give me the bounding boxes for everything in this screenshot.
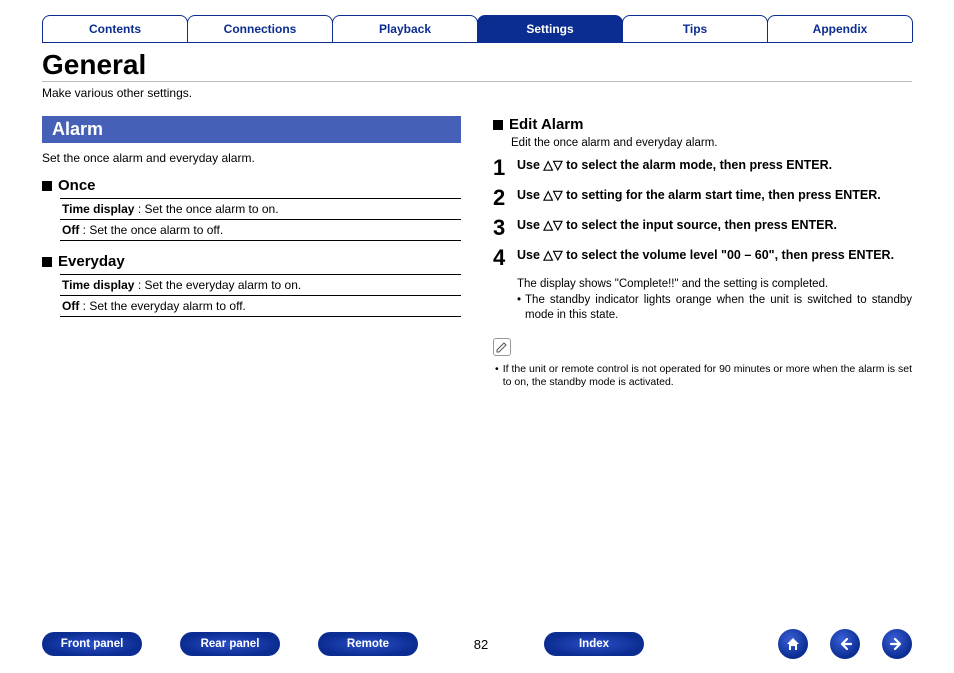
step-3: 3 Use △▽ to select the input source, the… (493, 217, 912, 239)
rear-panel-button[interactable]: Rear panel (180, 632, 280, 656)
arrow-right-icon (889, 636, 905, 652)
right-column: Edit Alarm Edit the once alarm and every… (493, 110, 912, 390)
post-step-bullet: The standby indicator lights orange when… (517, 293, 912, 324)
step-1: 1 Use △▽ to select the alarm mode, then … (493, 157, 912, 179)
def-row: Time display : Set the once alarm to on. (60, 198, 461, 220)
heading-everyday: Everyday (42, 253, 461, 270)
page-body: General Make various other settings. Ala… (0, 43, 954, 390)
page-subtitle: Make various other settings. (42, 86, 912, 100)
nav-icon-group (778, 629, 912, 659)
square-bullet-icon (493, 120, 503, 130)
tab-appendix[interactable]: Appendix (767, 15, 913, 42)
step-number: 4 (493, 247, 517, 269)
remote-button[interactable]: Remote (318, 632, 418, 656)
square-bullet-icon (42, 257, 52, 267)
tab-label: Settings (526, 22, 573, 36)
step-text: Use △▽ to select the input source, then … (517, 217, 912, 234)
heading-once-text: Once (58, 177, 96, 194)
once-definitions: Time display : Set the once alarm to on.… (60, 198, 461, 241)
def-key: Time display (62, 202, 134, 216)
page-number: 82 (456, 637, 506, 652)
home-icon (784, 635, 802, 653)
step-text: Use △▽ to select the volume level "00 – … (517, 247, 912, 264)
def-row: Off : Set the once alarm to off. (60, 220, 461, 241)
next-button[interactable] (882, 629, 912, 659)
tab-settings[interactable]: Settings (477, 15, 623, 42)
def-key: Off (62, 299, 79, 313)
step-2: 2 Use △▽ to setting for the alarm start … (493, 187, 912, 209)
tab-label: Tips (683, 22, 707, 36)
tab-tips[interactable]: Tips (622, 15, 768, 42)
heading-edit-alarm: Edit Alarm (493, 116, 912, 133)
page-title: General (42, 49, 912, 82)
def-key: Time display (62, 278, 134, 292)
section-alarm-desc: Set the once alarm and everyday alarm. (42, 151, 461, 165)
arrow-left-icon (837, 636, 853, 652)
def-row: Off : Set the everyday alarm to off. (60, 296, 461, 317)
step-text: Use △▽ to select the alarm mode, then pr… (517, 157, 912, 174)
prev-button[interactable] (830, 629, 860, 659)
everyday-definitions: Time display : Set the everyday alarm to… (60, 274, 461, 317)
def-val: : Set the once alarm to off. (79, 223, 223, 237)
tab-label: Appendix (813, 22, 868, 36)
step-text: Use △▽ to setting for the alarm start ti… (517, 187, 912, 204)
tab-label: Playback (379, 22, 431, 36)
footnote-text: If the unit or remote control is not ope… (495, 363, 912, 390)
index-button[interactable]: Index (544, 632, 644, 656)
def-val: : Set the everyday alarm to off. (79, 299, 246, 313)
tab-label: Contents (89, 22, 141, 36)
section-alarm-header: Alarm (42, 116, 461, 143)
def-key: Off (62, 223, 79, 237)
heading-everyday-text: Everyday (58, 253, 125, 270)
step-number: 1 (493, 157, 517, 179)
heading-once: Once (42, 177, 461, 194)
tab-connections[interactable]: Connections (187, 15, 333, 42)
edit-alarm-desc: Edit the once alarm and everyday alarm. (511, 137, 912, 149)
tab-playback[interactable]: Playback (332, 15, 478, 42)
step-4: 4 Use △▽ to select the volume level "00 … (493, 247, 912, 269)
front-panel-button[interactable]: Front panel (42, 632, 142, 656)
pencil-note-icon (493, 338, 511, 356)
step-number: 3 (493, 217, 517, 239)
def-val: : Set the everyday alarm to on. (134, 278, 301, 292)
def-row: Time display : Set the everyday alarm to… (60, 274, 461, 296)
left-column: Alarm Set the once alarm and everyday al… (42, 110, 461, 390)
tab-contents[interactable]: Contents (42, 15, 188, 42)
tab-label: Connections (224, 22, 297, 36)
post-step-notes: The display shows "Complete!!" and the s… (517, 277, 912, 324)
top-tabs: Contents Connections Playback Settings T… (0, 0, 954, 42)
heading-edit-alarm-text: Edit Alarm (509, 116, 583, 133)
step-number: 2 (493, 187, 517, 209)
square-bullet-icon (42, 181, 52, 191)
post-step-line: The display shows "Complete!!" and the s… (517, 277, 912, 293)
def-val: : Set the once alarm to on. (134, 202, 278, 216)
home-button[interactable] (778, 629, 808, 659)
bottom-bar: Front panel Rear panel Remote 82 Index (0, 629, 954, 659)
